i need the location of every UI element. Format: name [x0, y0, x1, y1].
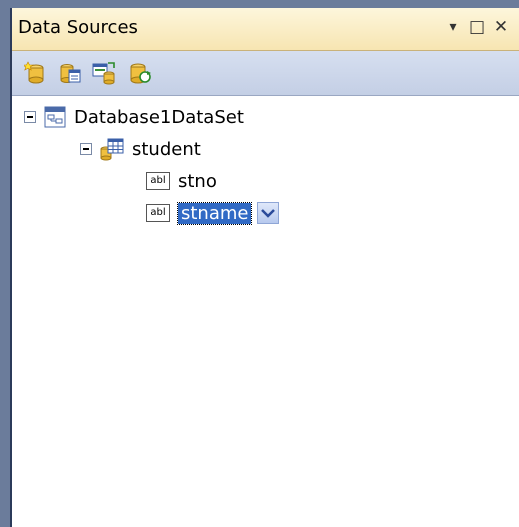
- edit-dataset-designer-icon[interactable]: [58, 61, 82, 85]
- collapse-toggle-icon[interactable]: [80, 143, 92, 155]
- data-sources-tree: Database1DataSet student abl stno abl st…: [12, 96, 519, 527]
- tree-node-dataset[interactable]: Database1DataSet: [24, 104, 244, 130]
- tree-node-table[interactable]: student: [80, 136, 201, 162]
- tree-node-field-stno[interactable]: abl stno: [146, 168, 217, 194]
- panel-titlebar: Data Sources ▾ □ ✕: [12, 8, 519, 51]
- add-new-data-source-icon[interactable]: [24, 61, 48, 85]
- configure-dataset-wizard-icon[interactable]: [92, 61, 116, 85]
- table-label: student: [132, 138, 201, 160]
- collapse-toggle-icon[interactable]: [24, 111, 36, 123]
- dataset-label: Database1DataSet: [74, 106, 244, 128]
- textbox-abl-icon: abl: [146, 204, 170, 222]
- window-position-dropdown-icon[interactable]: ▾: [443, 17, 463, 37]
- panel-title: Data Sources: [18, 17, 138, 38]
- textbox-abl-icon: abl: [146, 172, 170, 190]
- field-label-selected[interactable]: stname: [176, 201, 253, 225]
- panel-toolbar: [12, 51, 519, 96]
- close-icon[interactable]: ✕: [491, 17, 511, 37]
- field-label: stno: [178, 170, 217, 192]
- chevron-down-icon: [261, 209, 276, 218]
- data-sources-panel: Data Sources ▾ □ ✕ Database1DataSet stud…: [10, 8, 519, 527]
- tree-node-field-stname[interactable]: abl stname: [146, 200, 280, 226]
- maximize-icon[interactable]: □: [467, 17, 487, 37]
- refresh-icon[interactable]: [128, 61, 152, 85]
- dataset-icon: [44, 106, 66, 128]
- control-type-dropdown-button[interactable]: [257, 202, 280, 224]
- table-icon: [100, 138, 124, 161]
